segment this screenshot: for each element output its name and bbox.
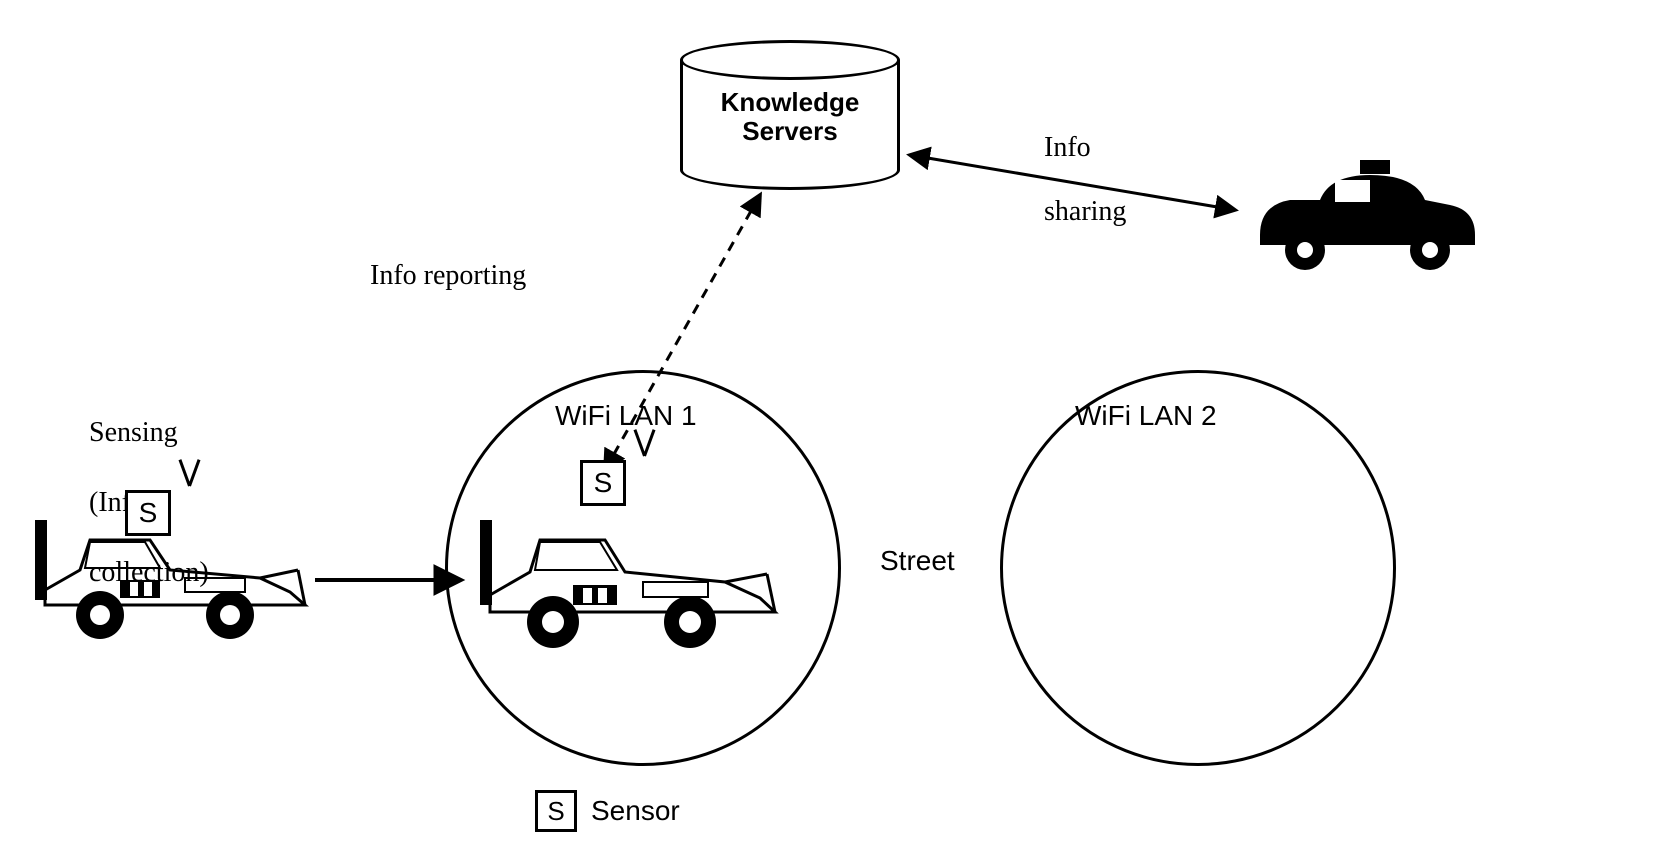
antenna-icon-2 — [625, 428, 665, 468]
car-center-icon — [475, 500, 775, 660]
legend-sensor-box: S — [535, 790, 577, 832]
sensor-box-car2: S — [580, 460, 626, 506]
legend-sensor-label: Sensor — [591, 795, 680, 827]
legend-sensor: S Sensor — [535, 790, 680, 832]
knowledge-servers-label: Knowledge Servers — [680, 88, 900, 145]
